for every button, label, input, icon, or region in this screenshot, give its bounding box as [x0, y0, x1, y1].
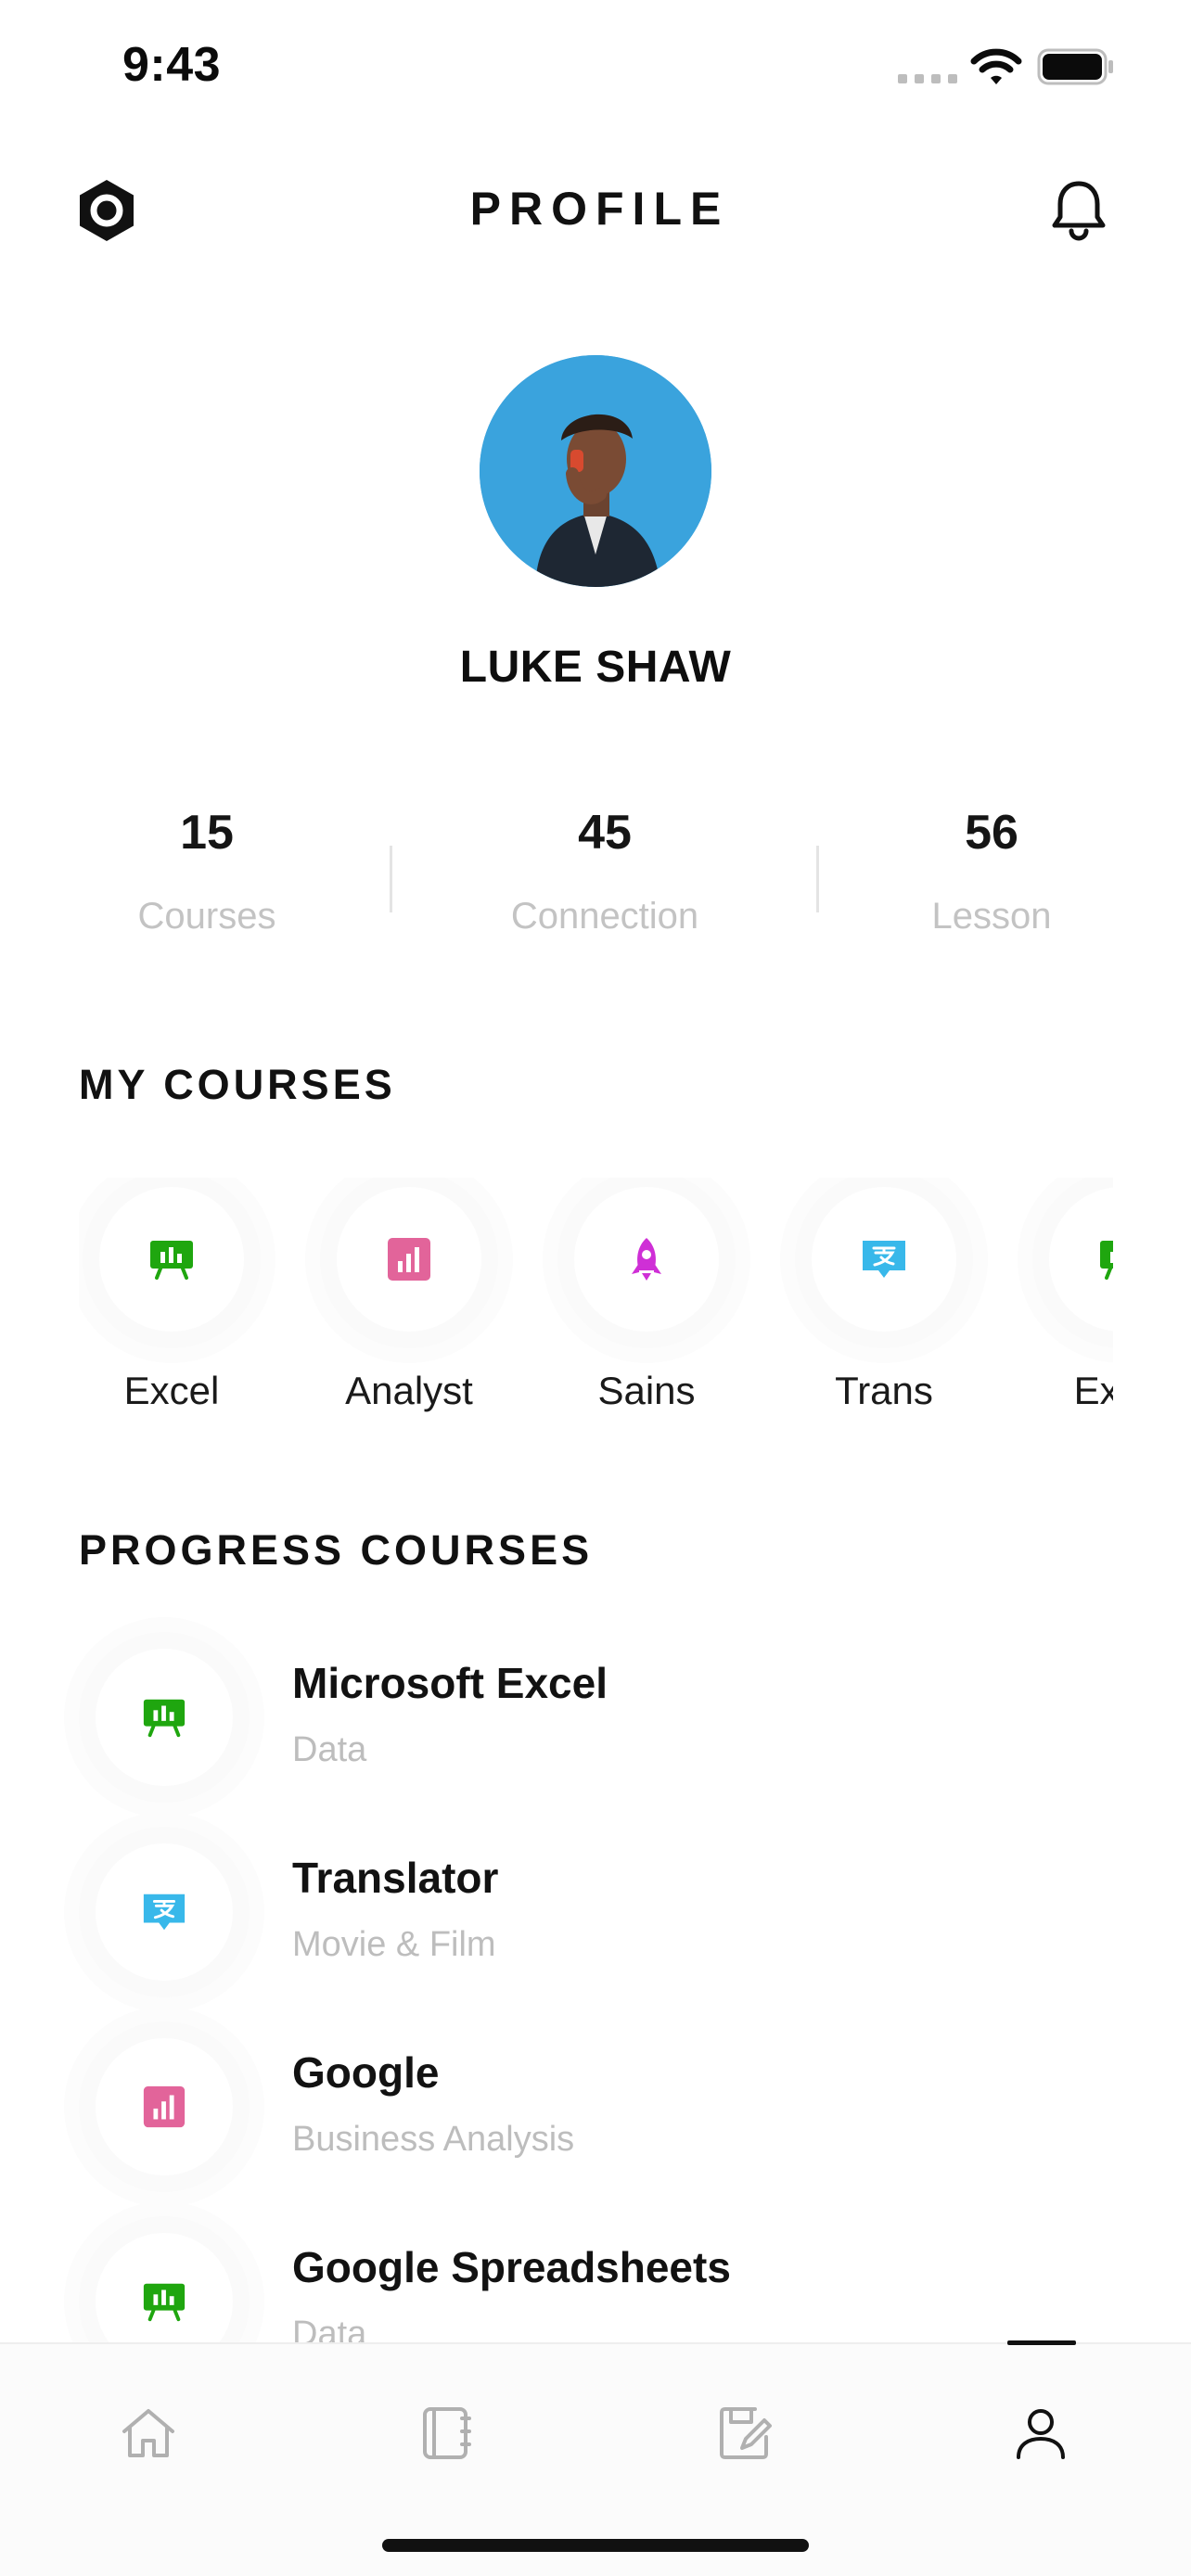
notifications-button[interactable] — [1044, 176, 1113, 245]
battery-icon — [1037, 48, 1113, 85]
course-icon-circle — [99, 1187, 244, 1332]
course-tile-trans[interactable]: Trans — [791, 1178, 1005, 1456]
tab-profile[interactable] — [985, 2378, 1096, 2489]
course-icon-circle — [1049, 1187, 1113, 1332]
stat-divider — [816, 846, 819, 912]
tab-edit-notes[interactable] — [688, 2378, 800, 2489]
bell-icon — [1052, 181, 1106, 241]
course-icon-circle — [96, 2038, 233, 2175]
presentation-chart-icon — [150, 1241, 193, 1280]
page-title: PROFILE — [469, 183, 730, 235]
user-name: LUKE SHAW — [459, 643, 732, 692]
stat-courses[interactable]: 15 Courses — [54, 805, 360, 937]
stat-value: 45 — [578, 806, 632, 860]
stat-label: Courses — [137, 896, 276, 937]
notebook-icon — [423, 2407, 471, 2459]
stat-value: 56 — [965, 806, 1018, 860]
translate-icon — [143, 1894, 186, 1931]
course-label: Analyst — [345, 1369, 473, 1412]
progress-courses-title: PROGRESS COURSES — [79, 1526, 594, 1574]
presentation-chart-icon — [143, 2283, 186, 2322]
course-category: Data — [292, 1730, 367, 1769]
active-tab-indicator — [1007, 2340, 1076, 2345]
home-indicator[interactable] — [382, 2539, 809, 2552]
home-icon — [122, 2409, 174, 2457]
course-tile-excel[interactable]: Excel — [79, 1178, 292, 1456]
course-icon-circle — [337, 1187, 481, 1332]
bar-chart-icon — [143, 2085, 186, 2128]
status-time: 9:43 — [122, 38, 222, 92]
course-tile-analyst[interactable]: Analyst — [316, 1178, 530, 1456]
course-label: Trans — [835, 1369, 933, 1412]
course-category: Movie & Film — [292, 1925, 496, 1964]
course-label: Excel — [1073, 1369, 1113, 1412]
tab-home[interactable] — [93, 2378, 204, 2489]
course-title: Google Spreadsheets — [292, 2243, 731, 2291]
presentation-chart-icon — [1100, 1241, 1113, 1280]
stat-label: Lesson — [931, 896, 1052, 937]
stat-label: Connection — [510, 896, 699, 937]
course-tile-excel-2[interactable]: Excel — [1029, 1178, 1113, 1456]
presentation-chart-icon — [143, 1699, 186, 1738]
course-icon-circle — [96, 1649, 233, 1786]
course-title: Microsoft Excel — [292, 1659, 608, 1707]
course-tile-sains[interactable]: Sains — [554, 1178, 767, 1456]
user-icon — [1017, 2409, 1065, 2459]
course-icon-circle — [574, 1187, 719, 1332]
progress-course-item[interactable]: Google Business Analysis — [79, 2038, 1113, 2233]
progress-course-item[interactable]: Microsoft Excel Data — [79, 1649, 1113, 1843]
avatar-photo — [480, 355, 711, 587]
avatar[interactable] — [480, 355, 711, 587]
course-icon-circle — [96, 1843, 233, 1981]
progress-course-item[interactable]: Translator Movie & Film — [79, 1843, 1113, 2038]
tab-notebook[interactable] — [390, 2378, 501, 2489]
course-label: Sains — [597, 1369, 696, 1412]
edit-note-icon — [720, 2407, 772, 2459]
stat-connection[interactable]: 45 Connection — [452, 805, 758, 937]
cellular-signal-icon — [898, 74, 957, 85]
course-title: Translator — [292, 1854, 499, 1902]
bar-chart-icon — [388, 1238, 430, 1281]
rocket-icon — [632, 1238, 661, 1281]
my-courses-carousel[interactable]: Excel Analyst Sains Trans Ex — [79, 1178, 1113, 1456]
stat-divider — [390, 846, 392, 912]
course-label: Excel — [123, 1369, 220, 1412]
course-icon-circle — [812, 1187, 956, 1332]
stat-lesson[interactable]: 56 Lesson — [839, 805, 1145, 937]
stat-value: 15 — [180, 806, 234, 860]
course-title: Google — [292, 2048, 440, 2097]
my-courses-title: MY COURSES — [79, 1061, 396, 1108]
translate-icon — [863, 1241, 905, 1278]
wifi-icon — [970, 48, 1022, 84]
course-category: Business Analysis — [292, 2120, 575, 2159]
